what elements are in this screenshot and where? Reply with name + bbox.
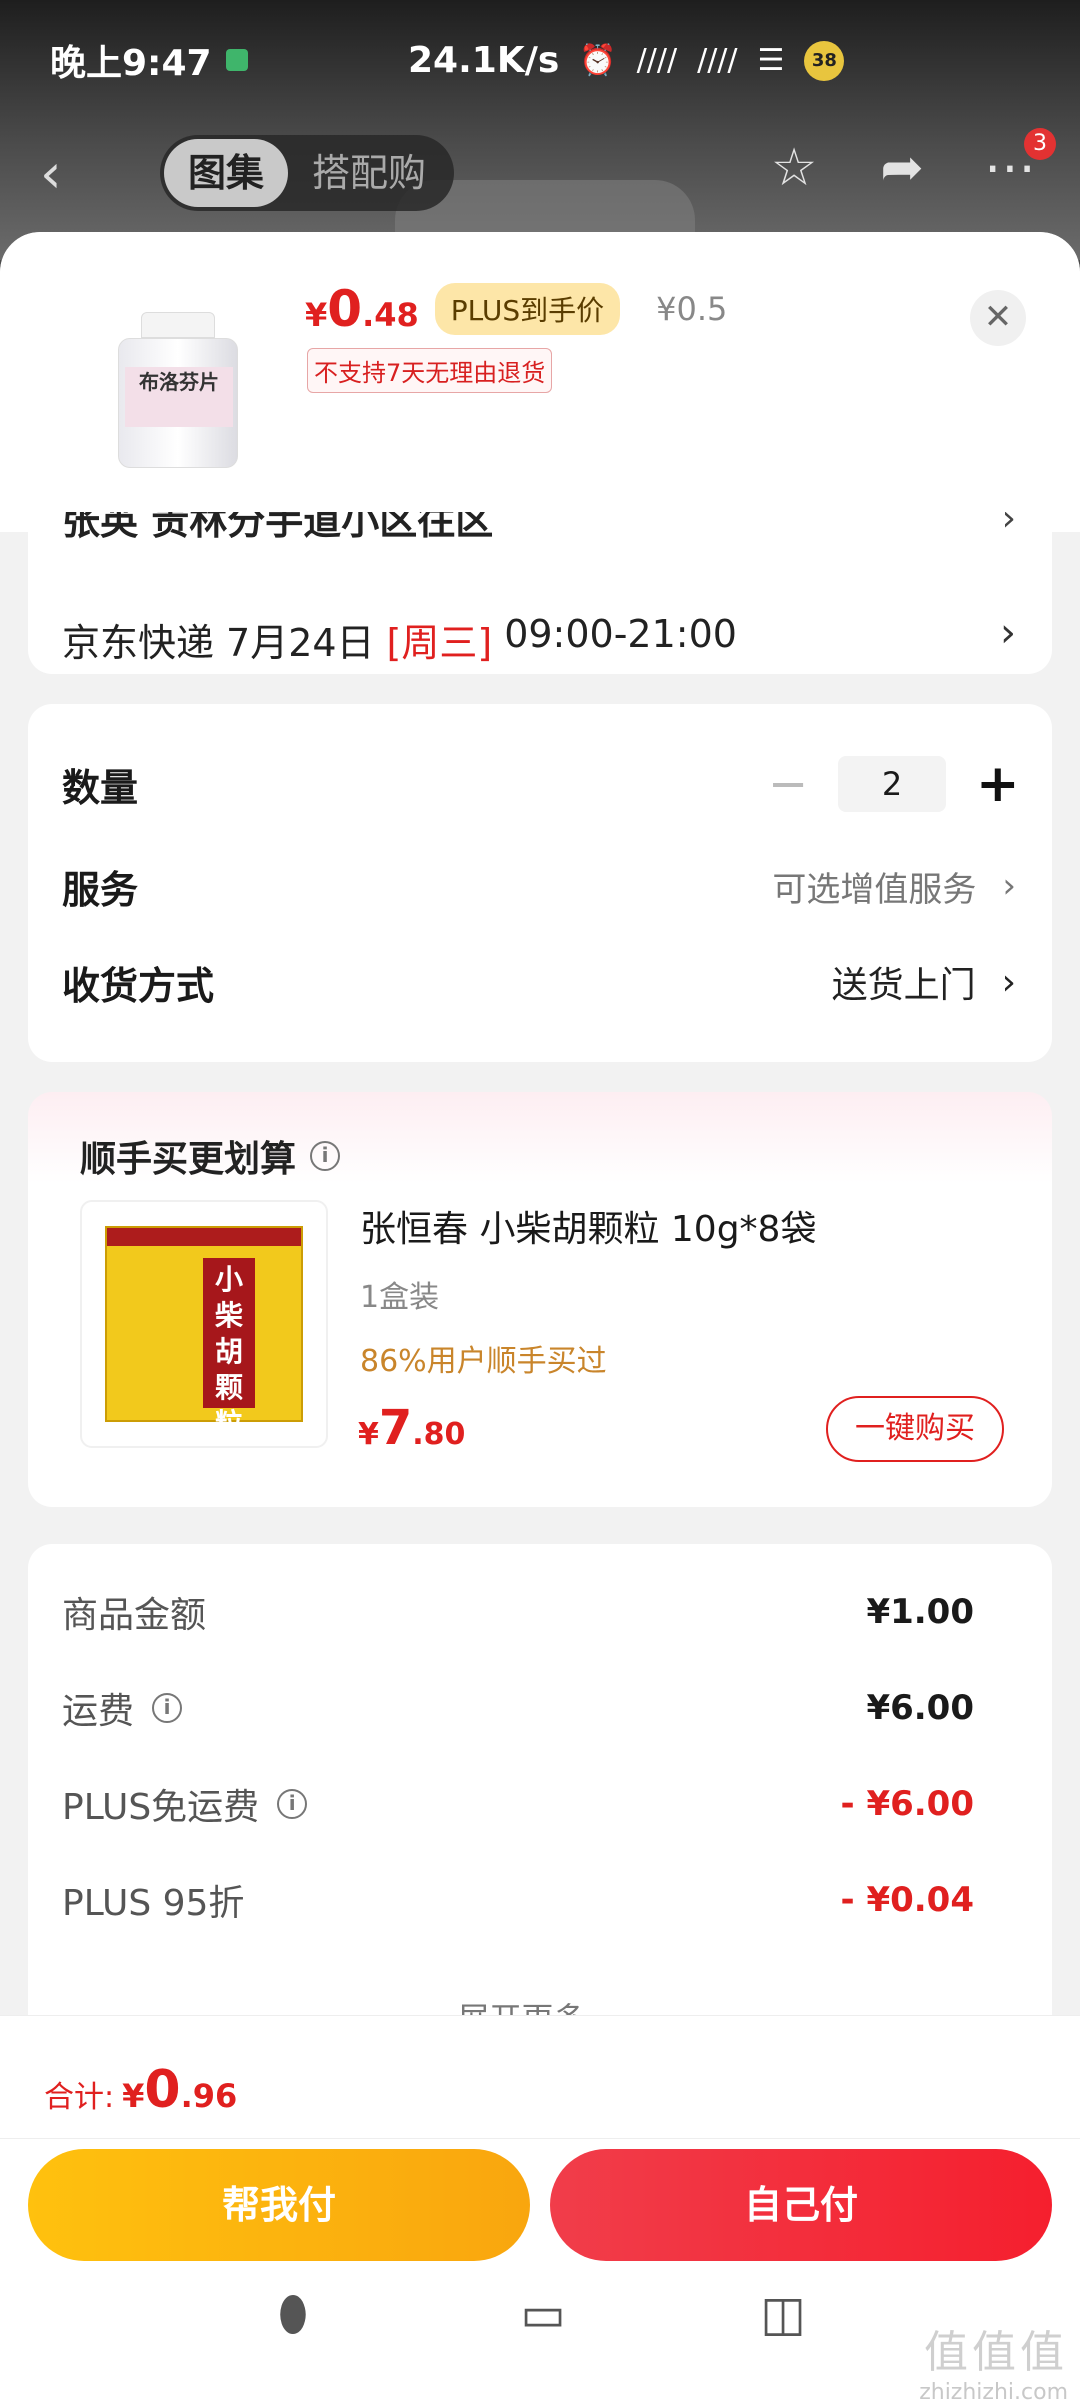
message-badge: 3 bbox=[1024, 128, 1056, 160]
address-text: 张英 贵林分手道小区往区 bbox=[62, 512, 494, 543]
alarm-icon: ⏰ bbox=[579, 43, 617, 78]
product-header: 布洛芬片 ¥0.48 PLUS到手价 ¥0.5 不支持7天无理由退货 ✕ bbox=[0, 232, 1080, 532]
info-icon[interactable]: i bbox=[277, 1789, 308, 1819]
reco-product-image[interactable]: 小柴胡颗粒 bbox=[80, 1200, 328, 1448]
quantity-row: 数量 − 2 + bbox=[62, 754, 1020, 814]
fee-row-goods: 商品金额 ¥1.00 bbox=[62, 1592, 974, 1636]
tab-bundle[interactable]: 搭配购 bbox=[288, 139, 450, 207]
star-icon[interactable]: ☆ bbox=[764, 138, 824, 198]
chevron-right-icon: › bbox=[1001, 512, 1016, 539]
status-indicators: 24.1K/s ⏰ //// //// ☰ 38 bbox=[408, 40, 845, 81]
plus-icon[interactable]: + bbox=[976, 754, 1020, 814]
delivery-card[interactable]: 张英 贵林分手道小区往区 › 京东快递 7月24日 [周三] 09:00-21:… bbox=[28, 512, 1052, 674]
carrier-text: 京东快递 bbox=[62, 621, 215, 665]
plus-price: ¥0.48 bbox=[305, 280, 419, 338]
reco-price: ¥7.80 bbox=[358, 1400, 466, 1456]
status-time: 晚上9:47 bbox=[50, 34, 248, 86]
total-amount: 合计: ¥0.96 bbox=[44, 2060, 238, 2120]
tab-gallery[interactable]: 图集 bbox=[164, 139, 289, 207]
battery-icon: 38 bbox=[804, 40, 845, 81]
minus-icon[interactable]: − bbox=[768, 756, 808, 812]
bottom-bar: 合计: ¥0.96 帮我付 自己付 ⬮ ▭ ◫ 值值值 zhizhizhi.co… bbox=[0, 2015, 1080, 2400]
help-me-pay-button[interactable]: 帮我付 bbox=[28, 2149, 530, 2261]
quantity-stepper: − 2 + bbox=[768, 754, 1020, 814]
signal-icon: //// bbox=[636, 43, 678, 78]
signal2-icon: //// bbox=[697, 43, 738, 78]
delivery-date: 7月24日 bbox=[226, 621, 375, 665]
recent-icon[interactable]: ◫ bbox=[748, 2286, 818, 2342]
wifi-icon: ☰ bbox=[757, 43, 785, 78]
options-card: 数量 − 2 + 服务 可选增值服务 › 收货方式 送货上门 › bbox=[28, 704, 1052, 1062]
pill-icon[interactable]: ⬮ bbox=[258, 2286, 328, 2343]
receive-row[interactable]: 收货方式 送货上门 › bbox=[62, 952, 1016, 1012]
product-thumbnail: 布洛芬片 bbox=[118, 312, 238, 472]
reco-product-name[interactable]: 张恒春 小柴胡颗粒 10g*8袋 bbox=[360, 1200, 816, 1252]
system-nav: ⬮ ▭ ◫ bbox=[0, 2286, 1080, 2366]
reco-spec: 1盒装 bbox=[360, 1280, 440, 1315]
home-icon[interactable]: ▭ bbox=[508, 2286, 578, 2342]
receive-value: 送货上门 › bbox=[831, 961, 1016, 1007]
divider bbox=[0, 2138, 1080, 2139]
bottle-label: 布洛芬片 bbox=[125, 367, 233, 427]
clock-text: 晚上9:47 bbox=[50, 43, 212, 84]
share-icon[interactable]: ➦ bbox=[872, 138, 932, 198]
fee-row-plus-shipping: PLUS免运费 i - ¥6.00 bbox=[62, 1784, 974, 1828]
fee-row-plus-discount: PLUS 95折 - ¥0.04 bbox=[62, 1880, 974, 1924]
reco-buy-ratio: 86%用户顺手买过 bbox=[360, 1344, 607, 1379]
status-bar: 晚上9:47 24.1K/s ⏰ //// //// ☰ 38 bbox=[0, 0, 1080, 120]
pay-myself-button[interactable]: 自己付 bbox=[550, 2149, 1052, 2261]
info-icon[interactable]: i bbox=[310, 1141, 341, 1171]
fee-row-shipping: 运费 i ¥6.00 bbox=[62, 1688, 974, 1732]
info-icon[interactable]: i bbox=[152, 1693, 183, 1723]
receive-label: 收货方式 bbox=[62, 963, 215, 1008]
plus-price-tag: PLUS到手价 bbox=[434, 283, 621, 335]
price-row: ¥0.48 PLUS到手价 ¥0.5 bbox=[305, 280, 727, 338]
back-icon[interactable]: ‹ bbox=[40, 142, 100, 205]
chevron-right-icon: › bbox=[1000, 610, 1016, 656]
quantity-input[interactable]: 2 bbox=[838, 756, 946, 812]
chevron-right-icon: › bbox=[1001, 961, 1016, 1003]
gallery-segment: 图集 搭配购 bbox=[160, 135, 455, 211]
chevron-right-icon: › bbox=[1002, 866, 1016, 906]
more-icon[interactable]: ⋯ 3 bbox=[980, 128, 1056, 198]
one-click-buy-button[interactable]: 一键购买 bbox=[826, 1396, 1004, 1462]
service-value: 可选增值服务 › bbox=[772, 866, 1016, 910]
reco-title: 顺手买更划算 i bbox=[80, 1130, 341, 1182]
top-nav: ‹ 图集 搭配购 ☆ ➦ ⋯ 3 bbox=[0, 118, 1080, 228]
nav-actions: ☆ ➦ ⋯ 3 bbox=[764, 128, 1056, 198]
quantity-label: 数量 bbox=[62, 765, 139, 810]
net-speed-text: 24.1K/s bbox=[408, 40, 560, 81]
no-return-badge: 不支持7天无理由退货 bbox=[307, 348, 553, 393]
notification-icon bbox=[225, 49, 248, 71]
delivery-time: 京东快递 7月24日 [周三] 09:00-21:00 bbox=[62, 612, 737, 667]
service-row[interactable]: 服务 可选增值服务 › bbox=[62, 856, 1016, 916]
delivery-window: 09:00-21:00 bbox=[504, 612, 737, 656]
box-label: 小柴胡颗粒 bbox=[203, 1258, 255, 1440]
watermark: 值值值 zhizhizhi.com bbox=[919, 2327, 1068, 2400]
close-button[interactable]: ✕ bbox=[970, 290, 1026, 346]
battery-level: 38 bbox=[811, 50, 837, 71]
recommendation-card: 顺手买更划算 i 小柴胡颗粒 张恒春 小柴胡颗粒 10g*8袋 1盒装 86%用… bbox=[28, 1092, 1052, 1507]
original-price: ¥0.5 bbox=[656, 290, 728, 328]
service-label: 服务 bbox=[62, 867, 139, 912]
delivery-weekday: [周三] bbox=[386, 621, 493, 665]
